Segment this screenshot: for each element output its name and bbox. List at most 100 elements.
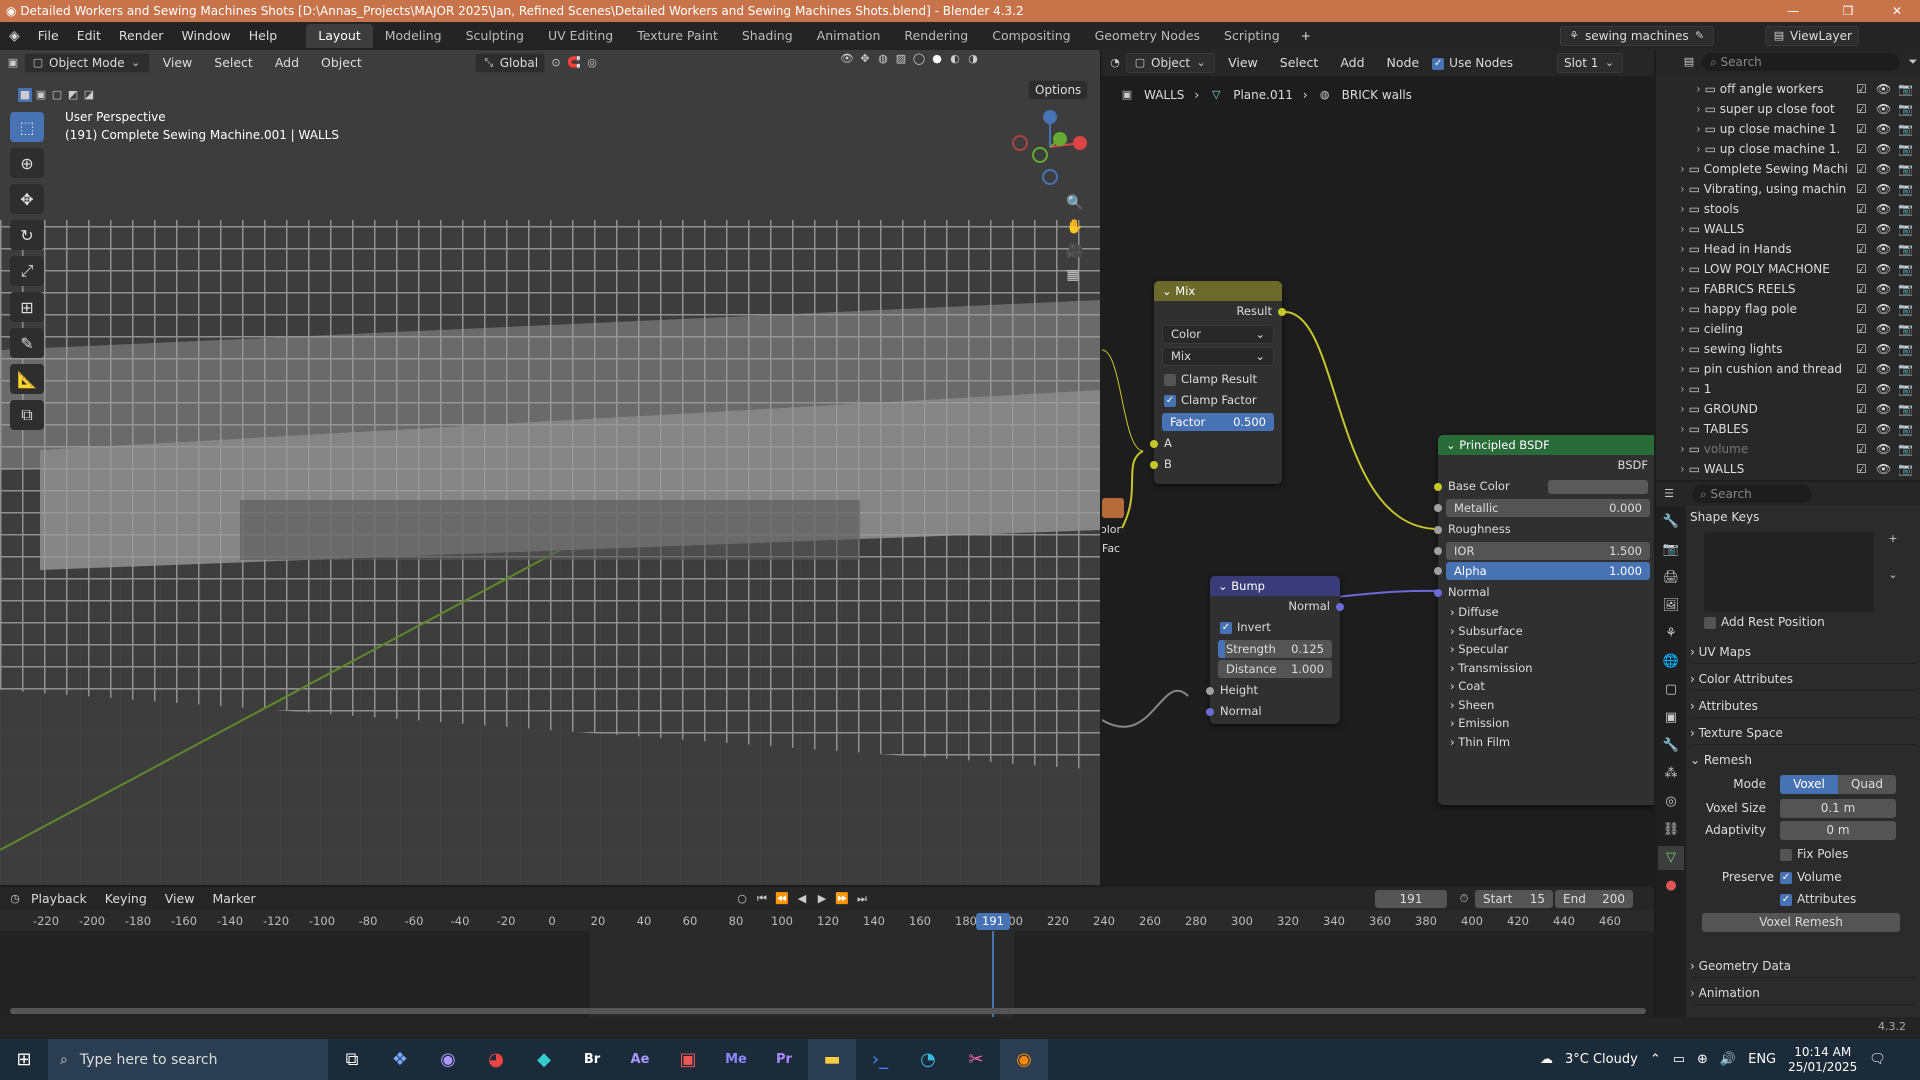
menu-window[interactable]: Window <box>172 22 239 50</box>
render-camera-icon[interactable]: 📷 <box>1898 139 1913 159</box>
pivot-icon[interactable]: ⊙ <box>549 56 563 70</box>
menu-edit[interactable]: Edit <box>68 22 110 50</box>
socket-icon[interactable] <box>1434 526 1442 534</box>
outliner-item[interactable]: › ▭ WALLS ☑ 👁 📷 <box>1656 219 1920 239</box>
add-cube-tool-icon[interactable]: ⧉ <box>10 400 44 430</box>
transform-tool-icon[interactable]: ⊞ <box>10 292 44 322</box>
select-invert-icon[interactable]: ◩ <box>66 88 80 102</box>
expand-arrow-icon[interactable]: › <box>1680 262 1689 276</box>
expand-arrow-icon[interactable]: › <box>1680 382 1689 396</box>
visibility-eye-icon[interactable]: 👁 <box>1876 139 1891 159</box>
tab-geometry-nodes[interactable]: Geometry Nodes <box>1083 24 1212 48</box>
object-tab-icon[interactable]: ▣ <box>1658 706 1684 730</box>
tray-chevron-icon[interactable]: ⌃ <box>1650 1052 1661 1067</box>
properties-type-icon[interactable]: ☰ <box>1662 487 1676 501</box>
outliner-item[interactable]: › ▭ TABLES ☑ 👁 📷 <box>1656 419 1920 439</box>
physics-tab-icon[interactable]: ◎ <box>1658 790 1684 814</box>
battery-icon[interactable]: ▭ <box>1673 1052 1685 1067</box>
principled-bsdf-node[interactable]: ⌄ Principled BSDF BSDF Base Color Metall… <box>1434 435 1654 805</box>
properties-search-input[interactable]: ⌕ Search <box>1692 485 1812 503</box>
alpha-field[interactable]: Alpha 1.000 <box>1434 562 1650 580</box>
shape-key-menu-icon[interactable]: ⌄ <box>1886 568 1900 582</box>
exclude-checkbox-icon[interactable]: ☑ <box>1856 179 1867 199</box>
panel-sheen[interactable]: › Sheen <box>1450 696 1654 715</box>
exclude-checkbox-icon[interactable]: ☑ <box>1856 359 1867 379</box>
clamp-result-row[interactable]: Clamp Result <box>1154 369 1282 390</box>
annotate-tool-icon[interactable]: ✎ <box>10 328 44 358</box>
render-camera-icon[interactable]: 📷 <box>1898 79 1913 99</box>
geometry-data-section[interactable]: › Geometry Data <box>1690 954 1916 978</box>
powershell-icon[interactable]: ›_ <box>856 1039 904 1080</box>
expand-arrow-icon[interactable]: › <box>1680 422 1689 436</box>
panel-subsurface[interactable]: › Subsurface <box>1450 622 1654 641</box>
socket-icon[interactable] <box>1206 708 1214 716</box>
expand-arrow-icon[interactable]: › <box>1680 282 1689 296</box>
panel-coat[interactable]: › Coat <box>1450 677 1654 696</box>
visibility-eye-icon[interactable]: 👁 <box>1876 259 1891 279</box>
outliner-item[interactable]: › ▭ WALLS ☑ 👁 📷 <box>1656 459 1920 479</box>
playhead-line[interactable] <box>992 931 994 1017</box>
visibility-eye-icon[interactable]: 👁 <box>1876 219 1891 239</box>
exclude-checkbox-icon[interactable]: ☑ <box>1856 459 1867 479</box>
move-tool-icon[interactable]: ✥ <box>10 184 44 214</box>
preserve-attributes-row[interactable]: ✓ Attributes <box>1780 889 1856 909</box>
clamp-result-checkbox[interactable] <box>1164 373 1176 386</box>
socket-icon[interactable] <box>1336 603 1344 611</box>
socket-icon[interactable] <box>1206 687 1214 695</box>
grid-view-icon[interactable]: ▦ <box>1066 268 1080 282</box>
camera-icon[interactable]: 🎥 <box>1066 244 1083 258</box>
outliner-item[interactable]: › ▭ 1 ☑ 👁 📷 <box>1656 379 1920 399</box>
auto-key-icon[interactable]: ○ <box>735 892 749 906</box>
color-attributes-section[interactable]: › Color Attributes <box>1690 667 1916 691</box>
select-box-tool-icon[interactable]: ⬚ <box>10 112 44 142</box>
metallic-field[interactable]: Metallic 0.000 <box>1434 499 1650 517</box>
edge-icon[interactable]: ◔ <box>904 1039 952 1080</box>
timeline-scrollbar[interactable] <box>10 1008 1646 1014</box>
bridge-icon[interactable]: Br <box>568 1039 616 1080</box>
invert-row[interactable]: ✓ Invert <box>1210 617 1340 638</box>
cursor-tool-icon[interactable]: ⊕ <box>10 148 44 178</box>
socket-icon[interactable] <box>1150 440 1158 448</box>
outliner-item[interactable]: › ▭ Head in Hands ☑ 👁 📷 <box>1656 239 1920 259</box>
expand-arrow-icon[interactable]: › <box>1696 102 1705 116</box>
panel-specular[interactable]: › Specular <box>1450 640 1654 659</box>
outliner-item[interactable]: › ▭ happy flag pole ☑ 👁 📷 <box>1656 299 1920 319</box>
mix-blend-dropdown[interactable]: Mix ⌄ <box>1162 347 1274 366</box>
render-camera-icon[interactable]: 📷 <box>1898 419 1913 439</box>
shape-keys-list[interactable] <box>1704 532 1874 612</box>
snipping-icon[interactable]: ✂ <box>952 1039 1000 1080</box>
visibility-eye-icon[interactable]: 👁 <box>1876 319 1891 339</box>
outliner-item[interactable]: › ▭ volume ☑ 👁 📷 <box>1656 439 1920 459</box>
panel-transmission[interactable]: › Transmission <box>1450 659 1654 678</box>
properties-editor[interactable]: ☰ ⌕ Search 🔧 📷 🖨 🖼 ⚘ 🌐 ▢ ▣ 🔧 ⁂ ◎ ⛓ ▽ ● S… <box>1656 482 1920 1017</box>
render-camera-icon[interactable]: 📷 <box>1898 339 1913 359</box>
render-camera-icon[interactable]: 📷 <box>1898 459 1913 479</box>
filter-icon[interactable]: ⏷ <box>1906 55 1920 69</box>
view-layer-tab-icon[interactable]: 🖼 <box>1658 594 1684 618</box>
render-camera-icon[interactable]: 📷 <box>1898 99 1913 119</box>
task-view-icon[interactable]: ⧉ <box>328 1039 376 1080</box>
visibility-eye-icon[interactable]: 👁 <box>1876 379 1891 399</box>
expand-arrow-icon[interactable]: › <box>1680 242 1689 256</box>
expand-arrow-icon[interactable]: › <box>1680 442 1689 456</box>
premiere-icon[interactable]: Pr <box>760 1039 808 1080</box>
shape-keys-title[interactable]: Shape Keys <box>1690 510 1916 524</box>
outliner-item[interactable]: › ▭ super up close foot ☑ 👁 📷 <box>1656 99 1920 119</box>
mesh-data-tab-icon[interactable]: ▽ <box>1658 846 1684 870</box>
mix-data-type-dropdown[interactable]: Color ⌄ <box>1162 325 1274 344</box>
bsdf-node-header[interactable]: ⌄ Principled BSDF <box>1438 435 1654 455</box>
render-tab-icon[interactable]: 📷 <box>1658 538 1684 562</box>
select-extend-icon[interactable]: ▣ <box>34 88 48 102</box>
outliner-item[interactable]: › ▭ pin cushion and thread ☑ 👁 📷 <box>1656 359 1920 379</box>
add-shape-key-icon[interactable]: + <box>1886 532 1900 546</box>
current-frame-field[interactable]: 191 <box>1375 890 1447 908</box>
end-frame-field[interactable]: End 200 <box>1555 890 1633 908</box>
world-tab-icon[interactable]: 🌐 <box>1658 650 1684 674</box>
exclude-checkbox-icon[interactable]: ☑ <box>1856 419 1867 439</box>
outliner-item[interactable]: › ▭ up close machine 1 ☑ 👁 📷 <box>1656 119 1920 139</box>
blender-menu-icon[interactable]: ◈ <box>0 22 29 50</box>
exclude-checkbox-icon[interactable]: ☑ <box>1856 219 1867 239</box>
mix-node[interactable]: ⌄ Mix Result Color ⌄ Mix ⌄ Clamp Result ✓ C… <box>1150 281 1286 484</box>
clamp-factor-row[interactable]: ✓ Clamp Factor <box>1154 390 1282 411</box>
render-camera-icon[interactable]: 📷 <box>1898 159 1913 179</box>
